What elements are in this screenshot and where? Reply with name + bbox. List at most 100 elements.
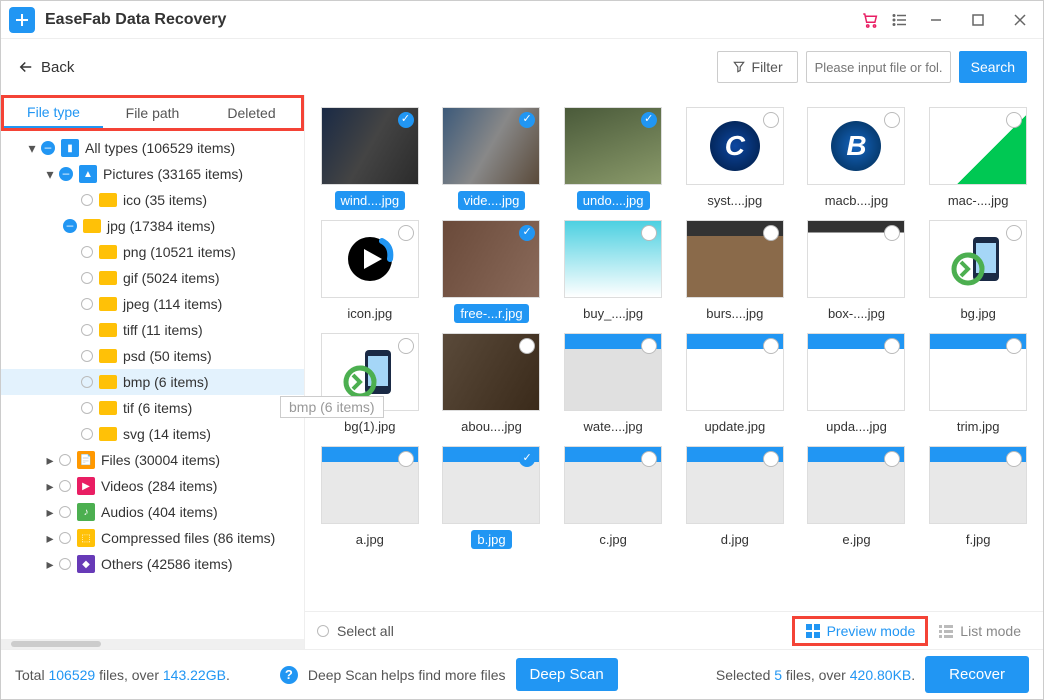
file-card[interactable]: f.jpg (921, 446, 1035, 549)
chevron-down-icon[interactable]: ▾ (43, 167, 57, 181)
file-card[interactable]: B macb....jpg (800, 107, 914, 210)
tree-jpg[interactable]: –jpg (17384 items) (1, 213, 304, 239)
file-card[interactable]: free-...r.jpg (435, 220, 549, 323)
chevron-right-icon[interactable]: ▸ (43, 479, 57, 493)
thumbnail[interactable] (321, 446, 419, 524)
tree-psd[interactable]: psd (50 items) (1, 343, 304, 369)
file-card[interactable]: icon.jpg (313, 220, 427, 323)
tab-file-type[interactable]: File type (4, 98, 103, 128)
file-card[interactable]: burs....jpg (678, 220, 792, 323)
thumbnail[interactable] (686, 446, 784, 524)
file-card[interactable]: trim.jpg (921, 333, 1035, 436)
list-mode-button[interactable]: List mode (928, 619, 1031, 643)
thumbnail[interactable] (686, 333, 784, 411)
thumbnail[interactable] (929, 333, 1027, 411)
file-card[interactable]: c.jpg (556, 446, 670, 549)
thumbnail[interactable] (807, 446, 905, 524)
thumbnail[interactable] (929, 220, 1027, 298)
search-button[interactable]: Search (959, 51, 1027, 83)
tree-all-types[interactable]: ▾ – ▮ All types (106529 items) (1, 135, 304, 161)
check-icon[interactable] (398, 225, 414, 241)
file-card[interactable]: a.jpg (313, 446, 427, 549)
file-card[interactable]: undo....jpg (556, 107, 670, 210)
thumbnail[interactable] (686, 220, 784, 298)
file-card[interactable]: e.jpg (800, 446, 914, 549)
check-icon[interactable] (884, 112, 900, 128)
horizontal-scrollbar[interactable] (1, 639, 304, 649)
tree-compressed[interactable]: ▸⬚Compressed files (86 items) (1, 525, 304, 551)
file-card[interactable]: box-....jpg (800, 220, 914, 323)
thumbnail[interactable] (564, 446, 662, 524)
chevron-right-icon[interactable]: ▸ (43, 557, 57, 571)
check-icon[interactable] (398, 112, 414, 128)
file-card[interactable]: bg(1).jpg (313, 333, 427, 436)
file-card[interactable]: mac-....jpg (921, 107, 1035, 210)
check-icon[interactable] (763, 225, 779, 241)
deep-scan-button[interactable]: Deep Scan (516, 658, 618, 691)
file-card[interactable]: wind....jpg (313, 107, 427, 210)
thumbnail[interactable] (564, 107, 662, 185)
tree-png[interactable]: png (10521 items) (1, 239, 304, 265)
preview-mode-button[interactable]: Preview mode (792, 616, 929, 646)
tree-svg[interactable]: svg (14 items) (1, 421, 304, 447)
thumbnail[interactable] (929, 446, 1027, 524)
thumbnail[interactable] (807, 333, 905, 411)
check-icon[interactable] (1006, 225, 1022, 241)
check-icon[interactable] (763, 338, 779, 354)
thumbnail[interactable] (807, 220, 905, 298)
check-icon[interactable] (398, 338, 414, 354)
select-all-radio[interactable] (317, 625, 329, 637)
file-card[interactable]: b.jpg (435, 446, 549, 549)
menu-list-icon[interactable] (891, 11, 909, 29)
back-button[interactable]: Back (17, 58, 74, 76)
recover-button[interactable]: Recover (925, 656, 1029, 693)
thumbnail[interactable] (321, 107, 419, 185)
tree-pictures[interactable]: ▾ – ▲ Pictures (33165 items) (1, 161, 304, 187)
thumbnail[interactable] (442, 220, 540, 298)
file-card[interactable]: upda....jpg (800, 333, 914, 436)
thumbnail[interactable] (564, 333, 662, 411)
file-card[interactable]: wate....jpg (556, 333, 670, 436)
maximize-button[interactable] (963, 7, 993, 33)
thumbnail[interactable] (564, 220, 662, 298)
filter-button[interactable]: Filter (717, 51, 798, 83)
file-card[interactable]: vide....jpg (435, 107, 549, 210)
file-card[interactable]: bg.jpg (921, 220, 1035, 323)
search-input[interactable] (806, 51, 951, 83)
file-card[interactable]: update.jpg (678, 333, 792, 436)
chevron-right-icon[interactable]: ▸ (43, 505, 57, 519)
file-card[interactable]: d.jpg (678, 446, 792, 549)
tree-tiff[interactable]: tiff (11 items) (1, 317, 304, 343)
chevron-right-icon[interactable]: ▸ (43, 453, 57, 467)
tree-tif[interactable]: tif (6 items) (1, 395, 304, 421)
file-card[interactable]: abou....jpg (435, 333, 549, 436)
tree-videos[interactable]: ▸▶Videos (284 items) (1, 473, 304, 499)
close-button[interactable] (1005, 7, 1035, 33)
check-icon[interactable] (763, 112, 779, 128)
check-icon[interactable] (763, 451, 779, 467)
thumbnail[interactable] (442, 107, 540, 185)
thumbnail[interactable] (442, 333, 540, 411)
tree-label: Compressed files (86 items) (101, 530, 275, 546)
thumbnail[interactable] (929, 107, 1027, 185)
tree-jpeg[interactable]: jpeg (114 items) (1, 291, 304, 317)
tree-ico[interactable]: ico (35 items) (1, 187, 304, 213)
tree-audios[interactable]: ▸♪Audios (404 items) (1, 499, 304, 525)
check-icon[interactable] (398, 451, 414, 467)
tree-bmp[interactable]: bmp (6 items) (1, 369, 304, 395)
tree-gif[interactable]: gif (5024 items) (1, 265, 304, 291)
minimize-button[interactable] (921, 7, 951, 33)
tree-others[interactable]: ▸◆Others (42586 items) (1, 551, 304, 577)
tree-files[interactable]: ▸📄Files (30004 items) (1, 447, 304, 473)
thumbnail[interactable]: B (807, 107, 905, 185)
file-card[interactable]: buy_....jpg (556, 220, 670, 323)
chevron-right-icon[interactable]: ▸ (43, 531, 57, 545)
cart-icon[interactable] (861, 11, 879, 29)
tab-file-path[interactable]: File path (103, 98, 202, 128)
thumbnail[interactable] (321, 220, 419, 298)
thumbnail[interactable]: C (686, 107, 784, 185)
thumbnail[interactable] (442, 446, 540, 524)
tab-deleted[interactable]: Deleted (202, 98, 301, 128)
chevron-down-icon[interactable]: ▾ (25, 141, 39, 155)
file-card[interactable]: C syst....jpg (678, 107, 792, 210)
